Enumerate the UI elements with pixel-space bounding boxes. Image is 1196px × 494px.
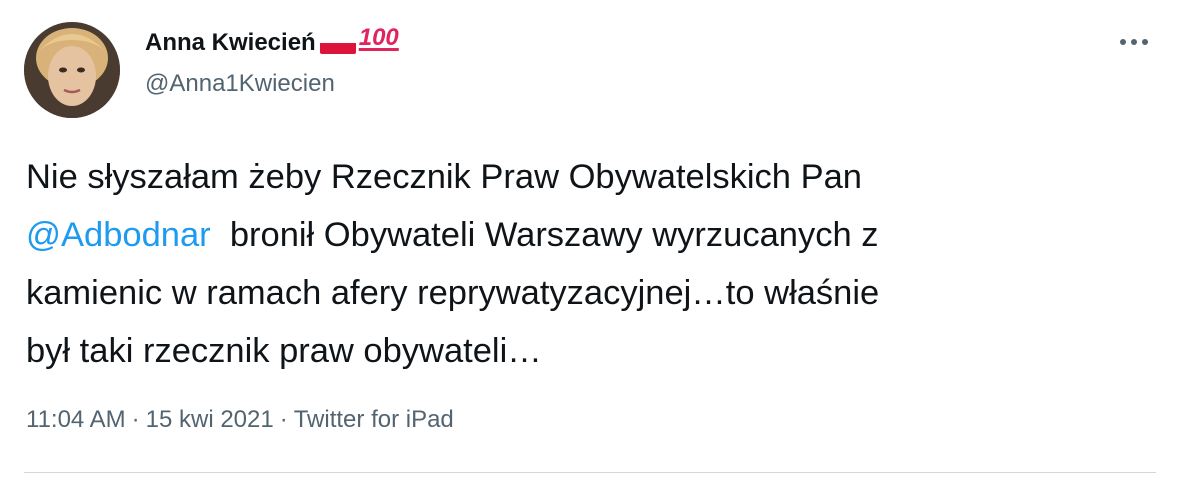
tweet-text: Nie słyszałam żeby Rzecznik Praw Obywate… <box>26 148 1146 380</box>
tweet-metadata: 11:04 AM · 15 kwi 2021 · Twitter for iPad <box>26 406 454 434</box>
tweet: Anna Kwiecień 100 @Anna1Kwiecien Nie sły… <box>0 0 1196 494</box>
meta-separator: · <box>131 406 140 433</box>
author-display-name[interactable]: Anna Kwiecień <box>145 29 316 57</box>
author-handle[interactable]: @Anna1Kwiecien <box>145 70 335 98</box>
mention-link[interactable]: @Adbodnar <box>26 216 211 254</box>
hundred-points-icon: 100 <box>358 24 399 51</box>
tweet-source[interactable]: Twitter for iPad <box>294 406 454 433</box>
tweet-text-part: Nie słyszałam żeby Rzecznik Praw Obywate… <box>26 158 862 196</box>
more-icon <box>1120 39 1148 45</box>
tweet-time[interactable]: 11:04 AM <box>26 406 126 433</box>
tweet-date[interactable]: 15 kwi 2021 <box>146 406 274 433</box>
avatar[interactable] <box>24 22 120 118</box>
divider <box>24 472 1156 473</box>
avatar-portrait-icon <box>24 22 120 118</box>
poland-flag-icon <box>319 32 356 54</box>
more-options-button[interactable] <box>1114 30 1154 54</box>
author-name-row: Anna Kwiecień 100 <box>145 26 399 60</box>
meta-separator: · <box>279 406 288 433</box>
